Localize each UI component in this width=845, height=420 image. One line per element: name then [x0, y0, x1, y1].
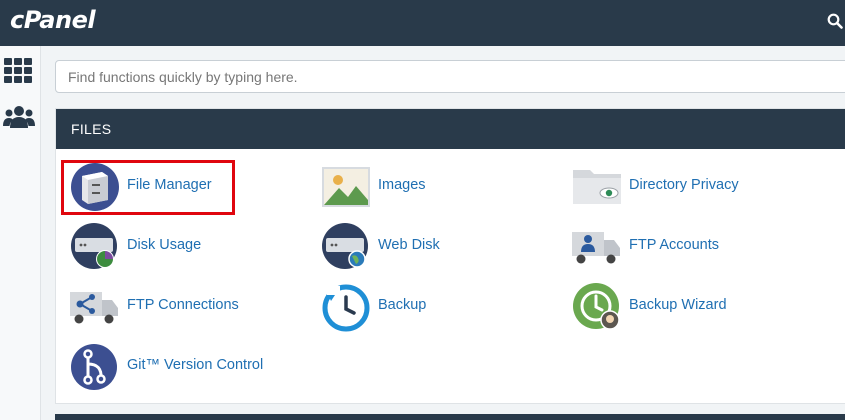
item-label: FTP Accounts	[629, 237, 719, 253]
images-icon	[322, 167, 370, 207]
grid-icon[interactable]	[3, 56, 35, 86]
item-label: Disk Usage	[127, 237, 202, 253]
users-icon[interactable]	[3, 102, 35, 132]
top-bar: cPanel	[0, 0, 845, 46]
item-label: Backup Wizard	[629, 297, 727, 313]
item-label: Directory Privacy	[629, 177, 739, 193]
item-label: Backup	[378, 297, 427, 313]
web-disk-icon	[322, 223, 368, 269]
section-header[interactable]: FILES	[56, 109, 845, 149]
item-label: FTP Connections	[127, 297, 239, 313]
backup-icon	[322, 284, 370, 332]
disk-usage-icon	[71, 223, 117, 269]
sidebar	[0, 46, 41, 420]
cpanel-logo[interactable]: cPanel	[10, 6, 96, 34]
function-search-input[interactable]	[55, 60, 845, 93]
backup-wizard-icon	[573, 283, 620, 330]
search-icon[interactable]	[827, 11, 843, 31]
ftp-accounts-icon	[572, 232, 620, 264]
item-label: Images	[378, 177, 426, 193]
next-section-header	[55, 414, 845, 420]
highlight-box	[61, 160, 235, 215]
ftp-connections-icon	[70, 292, 118, 324]
directory-privacy-icon	[573, 170, 621, 204]
item-label: Git™ Version Control	[127, 357, 264, 373]
item-label: Web Disk	[378, 237, 440, 253]
git-icon	[71, 344, 117, 390]
